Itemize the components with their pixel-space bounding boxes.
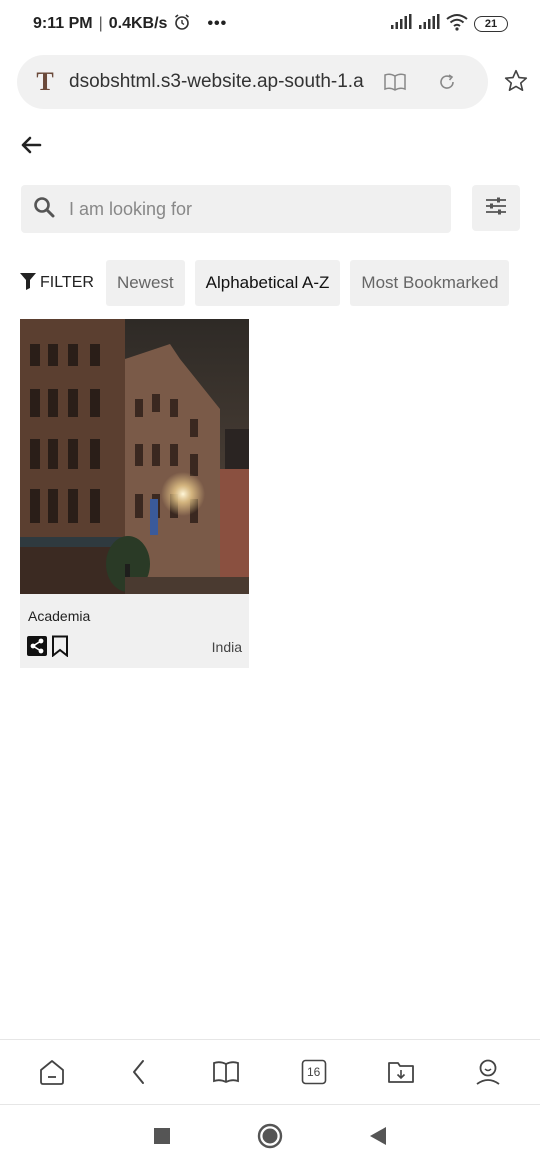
alarm-icon xyxy=(173,13,191,36)
city-street-photo xyxy=(20,319,249,594)
back-arrow-icon[interactable] xyxy=(18,132,44,158)
back-icon[interactable] xyxy=(119,1052,159,1092)
signal-icon xyxy=(390,13,412,35)
browser-bottom-nav: 16 xyxy=(0,1039,540,1105)
status-time: 9:11 PM xyxy=(33,15,93,32)
home-icon[interactable] xyxy=(32,1052,72,1092)
card-location: India xyxy=(211,639,242,655)
card-image[interactable] xyxy=(20,319,249,594)
wifi-icon xyxy=(446,13,468,36)
status-separator: | xyxy=(98,15,103,32)
address-bar[interactable]: T dsobshtml.s3-website.ap-south-1.a xyxy=(17,55,488,109)
card-actions xyxy=(27,635,69,662)
card-title[interactable]: Academia xyxy=(28,608,90,624)
reader-mode-icon[interactable] xyxy=(383,72,407,92)
sort-chip-alphabetical[interactable]: Alphabetical A-Z xyxy=(194,260,341,306)
status-speed: 0.4KB/s xyxy=(108,15,168,32)
sort-chip-newest[interactable]: Newest xyxy=(105,260,185,306)
profile-icon[interactable] xyxy=(468,1052,508,1092)
search-input[interactable] xyxy=(69,198,409,220)
status-left: 9:11 PM | 0.4KB/s ••• xyxy=(33,13,227,36)
filter-label: FILTER xyxy=(20,272,94,295)
tabs-icon[interactable]: 16 xyxy=(294,1052,334,1092)
search-icon xyxy=(33,196,55,223)
back-triangle-icon[interactable] xyxy=(369,1126,387,1151)
share-icon[interactable] xyxy=(27,636,47,661)
tab-count: 16 xyxy=(306,1065,321,1079)
filter-row: FILTER Newest Alphabetical A-Z Most Book… xyxy=(20,260,519,306)
status-bar: 9:11 PM | 0.4KB/s ••• 21 xyxy=(0,0,540,48)
bookmark-icon[interactable] xyxy=(51,635,69,662)
reload-icon[interactable] xyxy=(437,72,457,92)
battery-indicator: 21 xyxy=(474,16,508,32)
system-nav-bar xyxy=(0,1106,540,1170)
site-logo-icon: T xyxy=(36,67,54,96)
reader-icon[interactable] xyxy=(206,1052,246,1092)
home-circle-icon[interactable] xyxy=(257,1123,283,1154)
recents-square-icon[interactable] xyxy=(153,1127,171,1150)
bookmark-star-icon[interactable] xyxy=(501,66,531,96)
status-right: 21 xyxy=(390,13,508,36)
filter-label-text: FILTER xyxy=(40,274,94,291)
search-bar[interactable] xyxy=(21,185,451,233)
result-card[interactable]: Academia India xyxy=(20,319,249,668)
signal-2-icon xyxy=(418,13,440,35)
downloads-icon[interactable] xyxy=(381,1052,421,1092)
sort-chip-most-bookmarked[interactable]: Most Bookmarked xyxy=(350,260,510,306)
sliders-icon xyxy=(484,195,508,222)
url-text[interactable]: dsobshtml.s3-website.ap-south-1.a xyxy=(69,71,369,93)
more-notifications-icon: ••• xyxy=(207,15,228,32)
filter-settings-button[interactable] xyxy=(472,185,520,231)
funnel-icon xyxy=(20,272,36,295)
